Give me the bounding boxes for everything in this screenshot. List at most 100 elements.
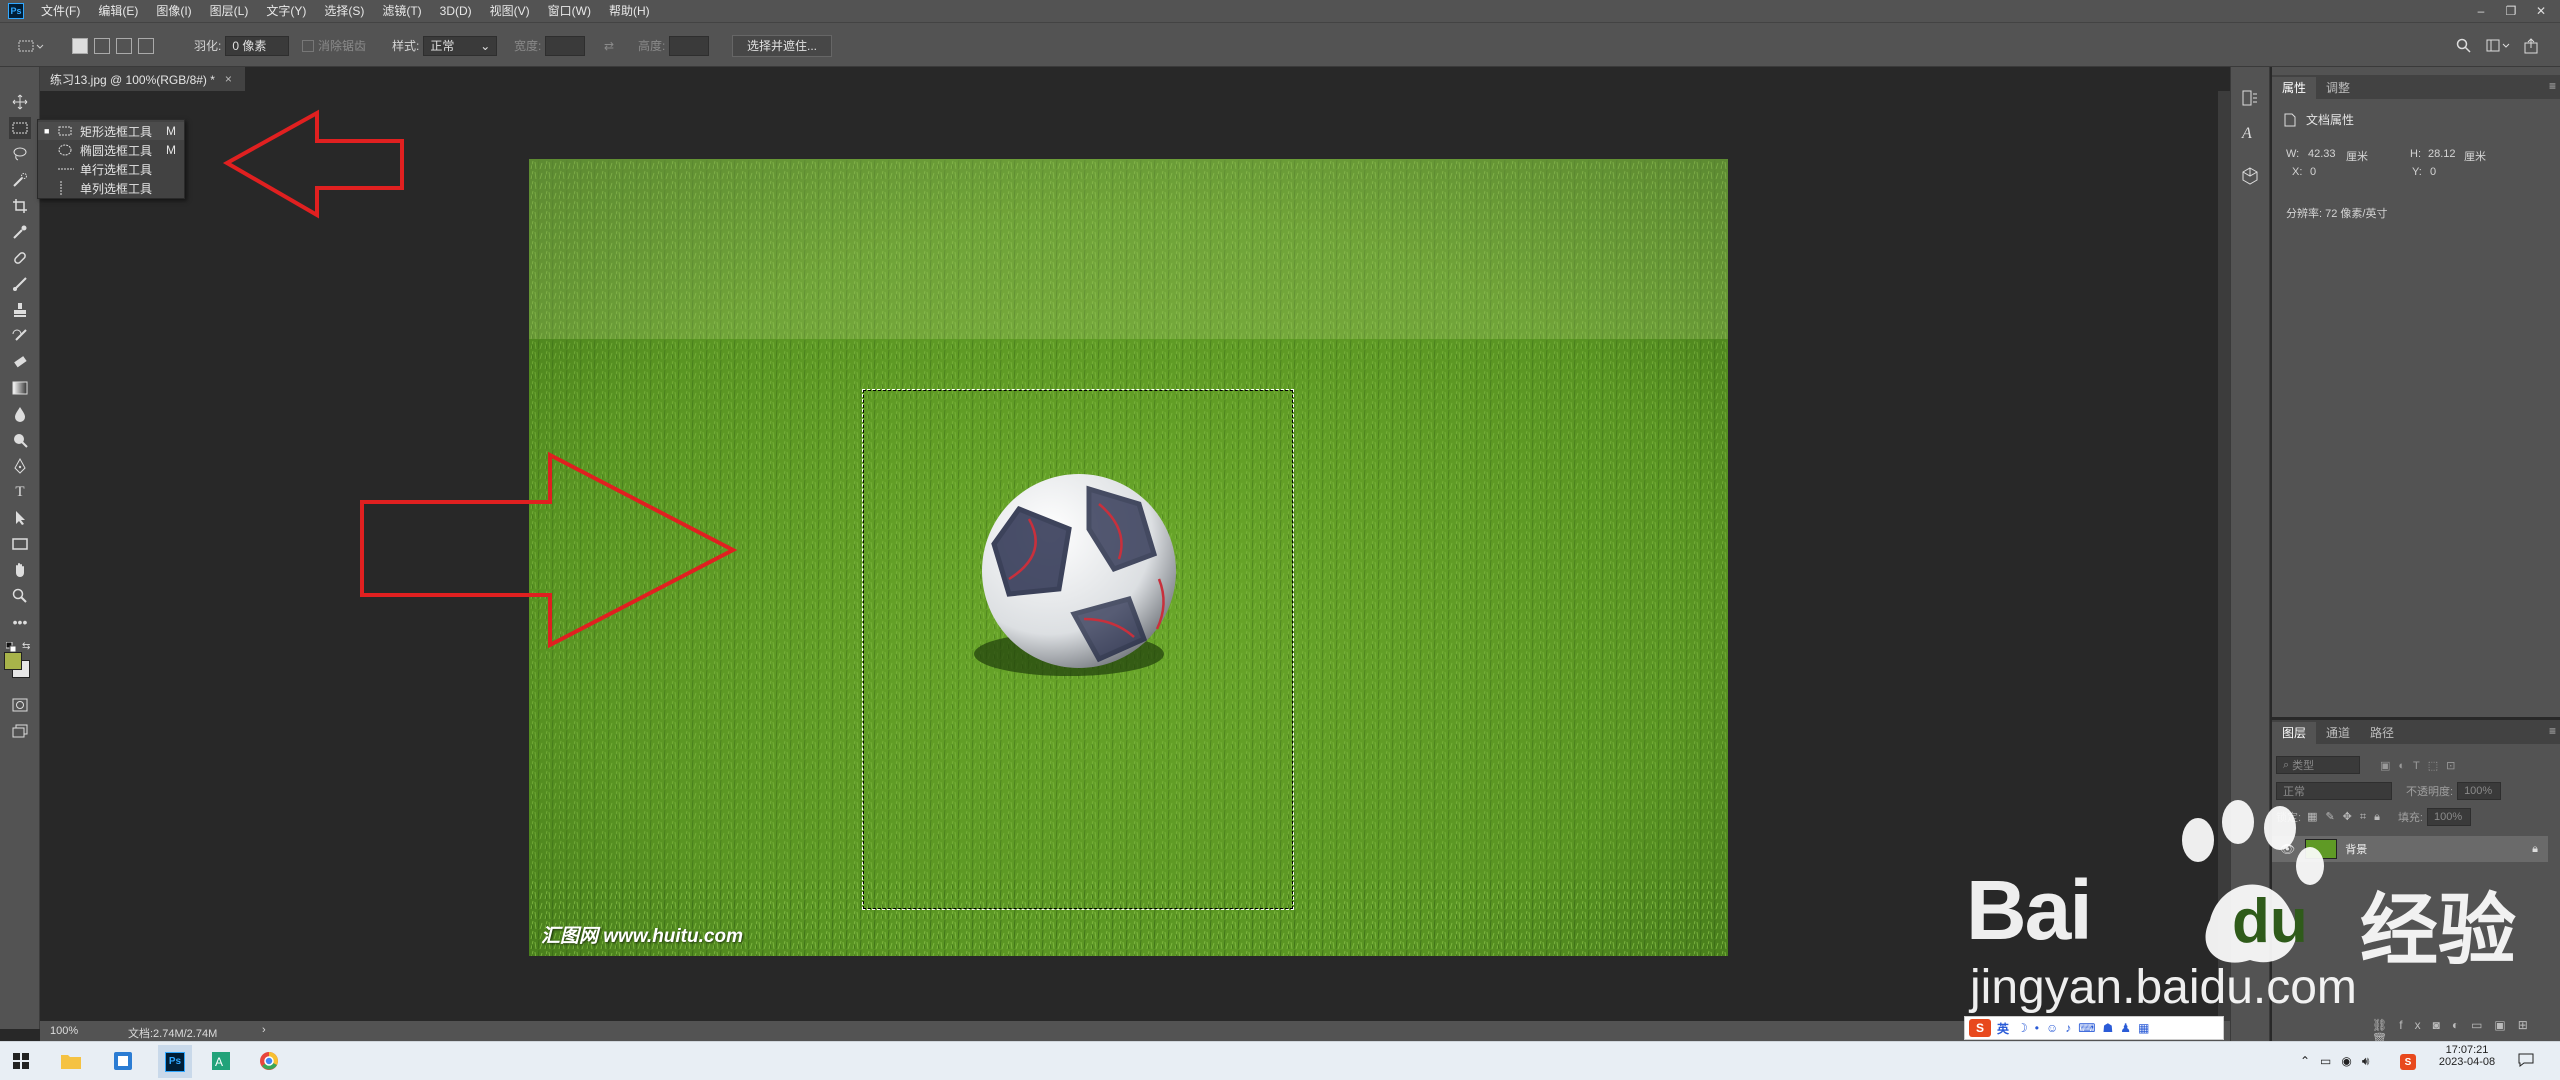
flyout-item-rect-marquee[interactable]: ■ 矩形选框工具 M: [38, 122, 184, 140]
menu-view[interactable]: 视图(V): [481, 0, 539, 22]
vertical-scrollbar[interactable]: [2218, 91, 2230, 1021]
foreground-color-swatch[interactable]: [4, 652, 22, 670]
tray-sogou-icon[interactable]: S: [2400, 1054, 2416, 1070]
workspace-icon[interactable]: [2486, 23, 2510, 68]
close-tab-icon[interactable]: ×: [225, 72, 232, 86]
tab-adjustments[interactable]: 调整: [2316, 77, 2360, 99]
word-icon[interactable]: [110, 1048, 136, 1074]
type-tool-icon[interactable]: T: [9, 481, 31, 503]
eraser-tool-icon[interactable]: [9, 351, 31, 373]
width-prop-value[interactable]: 42.33: [2308, 148, 2336, 160]
ime-tool-icons[interactable]: ☽•☺♪⌨☗♟▦: [2017, 1021, 2156, 1035]
blend-mode-select[interactable]: 正常: [2276, 782, 2392, 800]
blur-tool-icon[interactable]: [9, 403, 31, 425]
layer-row-background[interactable]: 👁︎ 背景 🔒︎: [2272, 836, 2548, 862]
swap-width-height-icon[interactable]: ⇄: [604, 23, 614, 68]
select-and-mask-button[interactable]: 选择并遮住...: [732, 34, 833, 57]
tool-preset-picker[interactable]: [18, 23, 44, 68]
taskbar-photoshop-icon[interactable]: Ps: [158, 1045, 192, 1078]
brush-tool-icon[interactable]: [9, 273, 31, 295]
menu-3d[interactable]: 3D(D): [431, 0, 481, 22]
menu-select[interactable]: 选择(S): [315, 0, 373, 22]
notification-icon[interactable]: [2518, 1052, 2534, 1071]
height-prop-value[interactable]: 28.12: [2428, 148, 2456, 160]
close-icon[interactable]: ✕: [2526, 0, 2556, 22]
gradient-tool-icon[interactable]: [9, 377, 31, 399]
restore-icon[interactable]: ❐: [2496, 0, 2526, 22]
file-explorer-icon[interactable]: [58, 1048, 84, 1074]
clone-stamp-tool-icon[interactable]: [9, 299, 31, 321]
fill-input[interactable]: 100%: [2427, 808, 2471, 826]
panel-menu-icon[interactable]: ≡: [2549, 79, 2556, 93]
menu-help[interactable]: 帮助(H): [600, 0, 659, 22]
menu-type[interactable]: 文字(Y): [257, 0, 315, 22]
lock-icons[interactable]: ▦✎✥⌗🔒︎: [2307, 810, 2388, 824]
menu-filter[interactable]: 滤镜(T): [373, 0, 430, 22]
app-green-icon[interactable]: A: [208, 1048, 234, 1074]
browser-icon[interactable]: [256, 1048, 282, 1074]
tab-layers[interactable]: 图层: [2272, 722, 2317, 744]
rect-marquee-tool-icon[interactable]: [9, 117, 31, 139]
3d-panel-icon[interactable]: [2241, 167, 2259, 188]
style-select[interactable]: 正常 ⌄: [423, 35, 498, 56]
height-input[interactable]: [669, 35, 710, 56]
y-prop-value[interactable]: 0: [2430, 166, 2436, 178]
chevron-right-icon[interactable]: ›: [262, 1024, 266, 1036]
zoom-level[interactable]: 100%: [50, 1025, 78, 1037]
flyout-item-ellipse-marquee[interactable]: 椭圆选框工具 M: [38, 141, 184, 159]
add-to-selection-icon[interactable]: [94, 37, 110, 54]
marquee-selection[interactable]: [862, 389, 1294, 910]
flyout-item-single-row[interactable]: 单行选框工具: [38, 160, 184, 178]
move-tool-icon[interactable]: [9, 91, 31, 113]
menu-image[interactable]: 图像(I): [147, 0, 200, 22]
x-prop-value[interactable]: 0: [2310, 166, 2316, 178]
menu-file[interactable]: 文件(F): [32, 0, 89, 22]
lasso-tool-icon[interactable]: [9, 143, 31, 165]
width-input[interactable]: [545, 35, 586, 56]
ime-language[interactable]: 英: [1997, 1020, 2009, 1037]
minimize-icon[interactable]: –: [2466, 0, 2496, 22]
eyedropper-tool-icon[interactable]: [9, 221, 31, 243]
path-selection-tool-icon[interactable]: [9, 507, 31, 529]
screen-mode-icon[interactable]: [9, 720, 31, 742]
swap-colors-icon[interactable]: ⇆: [22, 641, 30, 652]
default-colors-icon[interactable]: [5, 641, 17, 653]
tab-channels[interactable]: 通道: [2316, 722, 2360, 744]
panel-menu-icon[interactable]: ≡: [2549, 724, 2556, 738]
quick-select-tool-icon[interactable]: [9, 169, 31, 191]
ime-toolbar[interactable]: S 英 ☽•☺♪⌨☗♟▦: [1964, 1016, 2224, 1040]
menu-edit[interactable]: 编辑(E): [89, 0, 147, 22]
more-tools-icon[interactable]: •••: [9, 611, 31, 633]
document-tab[interactable]: 练习13.jpg @ 100%(RGB/8#) * ×: [40, 67, 245, 91]
crop-tool-icon[interactable]: [9, 195, 31, 217]
pen-tool-icon[interactable]: [9, 455, 31, 477]
menu-window[interactable]: 窗口(W): [539, 0, 600, 22]
windows-start-icon[interactable]: [8, 1048, 34, 1074]
hand-tool-icon[interactable]: [9, 559, 31, 581]
system-tray-icons[interactable]: ⌃▭◉🔊︎: [2300, 1054, 2379, 1069]
healing-brush-tool-icon[interactable]: [9, 247, 31, 269]
layer-filter-select[interactable]: ⌕ 类型: [2276, 756, 2360, 774]
tab-paths[interactable]: 路径: [2360, 722, 2404, 744]
feather-input[interactable]: 0 像素: [225, 35, 290, 56]
history-brush-tool-icon[interactable]: [9, 325, 31, 347]
dodge-tool-icon[interactable]: [9, 429, 31, 451]
lock-icon[interactable]: 🔒︎: [2532, 843, 2538, 856]
zoom-tool-icon[interactable]: [9, 585, 31, 607]
search-icon[interactable]: [2456, 23, 2472, 68]
quick-mask-icon[interactable]: [9, 694, 31, 716]
layer-filter-icons[interactable]: ▣◐T⬚⊡: [2380, 759, 2463, 772]
subtract-selection-icon[interactable]: [116, 37, 132, 54]
rectangle-tool-icon[interactable]: [9, 533, 31, 555]
new-selection-icon[interactable]: [72, 37, 88, 54]
tab-properties[interactable]: 属性: [2272, 77, 2317, 99]
clock[interactable]: 17:07:21 2023-04-08: [2432, 1044, 2502, 1068]
opacity-input[interactable]: 100%: [2457, 782, 2502, 800]
history-panel-icon[interactable]: [2241, 89, 2259, 110]
intersect-selection-icon[interactable]: [138, 37, 154, 54]
flyout-item-single-column[interactable]: 单列选框工具: [38, 179, 184, 197]
visibility-eye-icon[interactable]: 👁︎: [2280, 842, 2295, 856]
character-panel-icon[interactable]: A: [2242, 125, 2252, 143]
layer-name[interactable]: 背景: [2345, 841, 2367, 857]
menu-layer[interactable]: 图层(L): [201, 0, 258, 22]
